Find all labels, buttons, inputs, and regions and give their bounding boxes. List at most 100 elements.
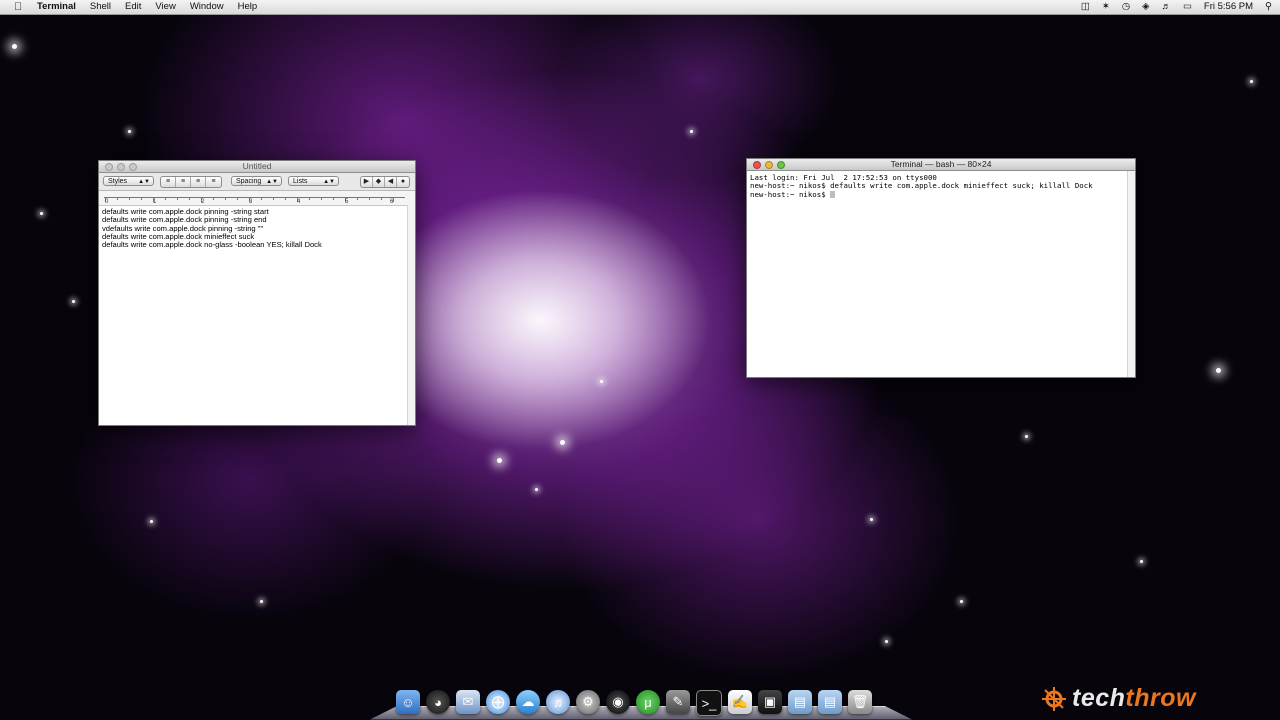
spacing-label: Spacing [236,178,262,185]
close-button[interactable] [105,163,113,171]
applications-folder-icon[interactable]: ▤ [788,690,812,714]
window-title: Terminal — bash — 80×24 [890,159,992,169]
format-toolbar: Styles ▲▼ ≡ ≡ ≡ ≡ Spacing ▲▼ Lists ▲▼ ▶ ◆ ◀… [99,173,415,191]
alignment-buttons: ≡ ≡ ≡ ≡ [160,176,222,188]
align-right-icon[interactable]: ≡ [206,177,221,187]
vertical-scrollbar[interactable] [407,205,415,425]
star [1140,560,1143,563]
left-tab-icon[interactable]: ▶ [361,177,373,187]
wifi-icon[interactable]: ◈ [1142,0,1149,14]
watermark-text-tech: tech [1072,684,1126,712]
star [40,212,43,215]
terminal-prompt: new-host:~ nikos$ [750,189,831,199]
star [150,520,153,523]
ruler-number: 3 [249,199,253,205]
battery-icon[interactable]: ▭ [1183,0,1192,14]
star [535,488,538,491]
zoom-button[interactable] [129,163,137,171]
vertical-scrollbar[interactable] [1127,171,1135,377]
star [260,600,263,603]
clock[interactable]: Fri 5:56 PM [1204,0,1253,14]
utorrent-icon[interactable]: μ [636,690,660,714]
terminal-output[interactable]: Last login: Fri Jul 2 17:52:53 on ttys00… [747,171,1135,202]
trash-icon[interactable]: 🗑 [848,690,872,714]
lists-popup[interactable]: Lists ▲▼ [288,176,339,186]
dock: ☺ ◕ ✉ ⨁ ☁ ♫ ⚙ ◉ μ ✎ >_ ✍ ▣ ▤ ▤ 🗑 [369,690,913,720]
menu-bar:  Terminal Shell Edit View Window Help ◫… [0,0,1280,15]
star [72,300,75,303]
dashboard-icon[interactable]: ◕ [426,690,450,714]
popup-arrow-icon: ▲▼ [138,179,150,185]
textedit-window: Untitled Styles ▲▼ ≡ ≡ ≡ ≡ Spacing ▲▼ List… [98,160,416,426]
terminal-titlebar[interactable]: Terminal — bash — 80×24 [747,159,1135,171]
star [870,518,873,521]
styles-popup[interactable]: Styles ▲▼ [103,176,154,186]
itunes-icon[interactable]: ♫ [546,690,570,714]
menu-window[interactable]: Window [190,0,224,14]
star [12,44,17,49]
ruler-number: 4 [297,199,301,205]
menu-shell[interactable]: Shell [90,0,111,14]
textedit-titlebar[interactable]: Untitled [99,161,415,173]
terminal-window: Terminal — bash — 80×24 Last login: Fri … [746,158,1136,378]
document-text-area[interactable]: defaults write com.apple.dock pinning -s… [99,206,415,251]
styles-label: Styles [108,178,128,185]
star [690,130,693,133]
menu-terminal[interactable]: Terminal [37,0,76,14]
ruler-number: 5 [345,199,349,205]
photo-booth-icon[interactable]: ▣ [758,690,782,714]
finder-icon[interactable]: ☺ [396,690,420,714]
system-preferences-icon[interactable]: ⚙ [576,690,600,714]
watermark-text-throw: throw [1125,684,1196,712]
align-center-icon[interactable]: ≡ [176,177,191,187]
text-cursor [830,191,836,199]
popup-arrow-icon: ▲▼ [266,179,278,185]
star [128,130,131,133]
star [600,380,603,383]
spacing-popup[interactable]: Spacing ▲▼ [231,176,282,186]
display-icon[interactable]: ◫ [1081,0,1090,14]
menu-view[interactable]: View [155,0,175,14]
close-button[interactable] [753,161,761,169]
techthrow-watermark: tech throw [1040,684,1196,713]
star [1216,368,1221,373]
ichat-icon[interactable]: ☁ [516,690,540,714]
align-justify-icon[interactable]: ≡ [191,177,206,187]
volume-icon[interactable]: ♬ [1161,0,1171,14]
ruler-number: 6 [390,199,394,205]
decimal-tab-icon[interactable]: ● [397,177,409,187]
time-machine-icon[interactable]: ◷ [1122,0,1130,14]
spotlight-icon[interactable]: ⚲ [1265,0,1272,14]
dvd-player-icon[interactable]: ◉ [606,690,630,714]
popup-arrow-icon: ▲▼ [323,179,335,185]
lists-label: Lists [293,178,308,185]
menu-help[interactable]: Help [238,0,258,14]
safari-icon[interactable]: ⨁ [486,690,510,714]
minimize-button[interactable] [765,161,773,169]
star [497,458,502,463]
ruler-number: 0 [105,199,109,205]
documents-folder-icon[interactable]: ▤ [818,690,842,714]
ruler-number: 1 [153,199,157,205]
star [885,640,888,643]
star [1250,80,1253,83]
right-tab-icon[interactable]: ◀ [385,177,397,187]
star [560,440,565,445]
mail-icon[interactable]: ✉ [456,690,480,714]
textedit-icon[interactable]: ✍ [728,690,752,714]
star [960,600,963,603]
window-title: Untitled [242,161,272,171]
ruler-number: 2 [201,199,205,205]
align-left-icon[interactable]: ≡ [161,177,176,187]
menu-edit[interactable]: Edit [125,0,141,14]
minimize-button[interactable] [117,163,125,171]
script-editor-icon[interactable]: ✎ [666,690,690,714]
zoom-button[interactable] [777,161,785,169]
apple-menu-icon[interactable]:  [14,0,28,14]
ruler[interactable]: 0 1 2 3 4 5 6 [99,191,415,206]
center-tab-icon[interactable]: ◆ [373,177,385,187]
terminal-icon[interactable]: >_ [696,690,722,716]
bluetooth-icon[interactable]: ✶ [1102,0,1110,14]
techthrow-logo-icon [1040,686,1068,712]
status-area: ◫ ✶ ◷ ◈ ♬ ▭ Fri 5:56 PM ⚲ [1081,0,1272,14]
